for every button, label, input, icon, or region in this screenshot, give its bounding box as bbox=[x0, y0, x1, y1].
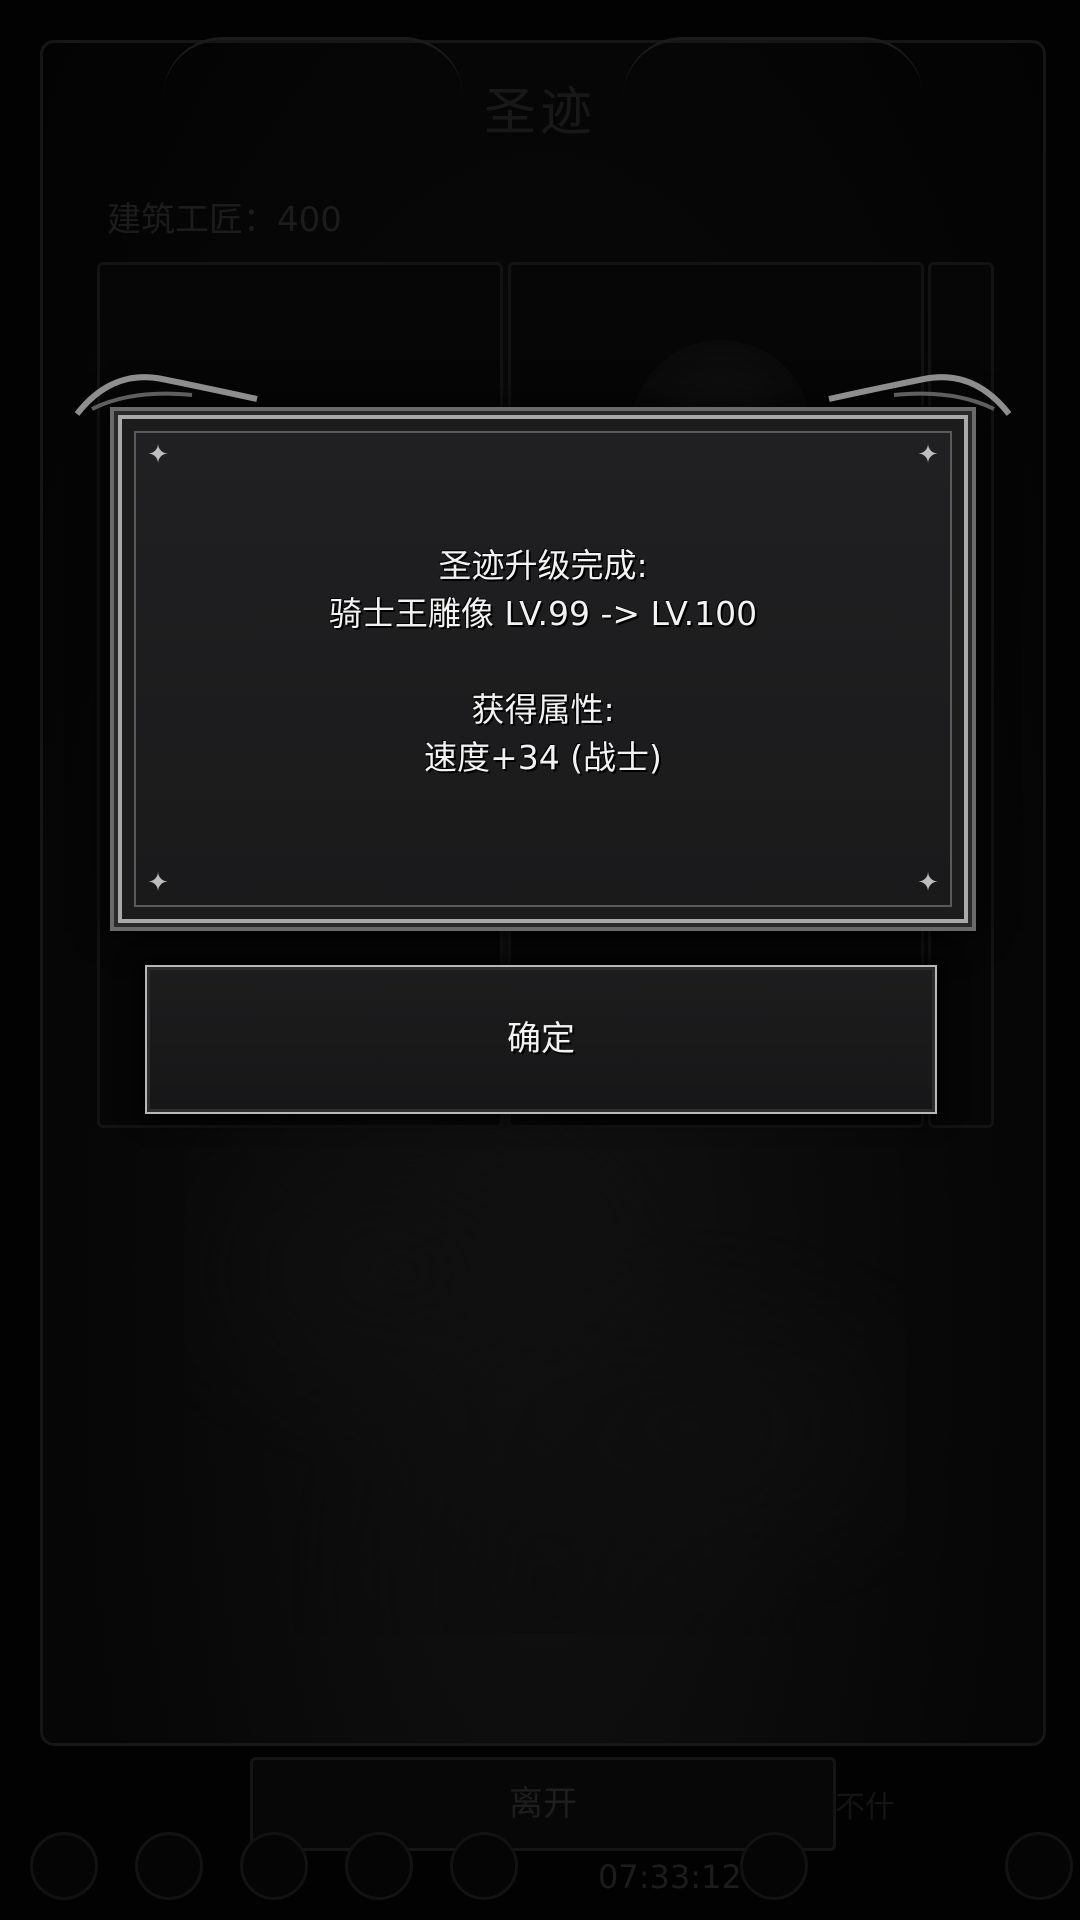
sparkle-icon: ✦ bbox=[917, 868, 939, 898]
confirm-button-label: 确定 bbox=[507, 1019, 575, 1059]
upgrade-level-line: 骑士王雕像 LV.99 -> LV.100 bbox=[328, 594, 758, 633]
bottom-nav-icon bbox=[450, 1832, 518, 1900]
bottom-nav-icon bbox=[30, 1832, 98, 1900]
screen: 圣迹 建筑工匠：400 离开 不什 07:33:12 ✦ ✦ ✦ ✦ 圣迹升级完… bbox=[0, 0, 1080, 1920]
builder-count-label: 建筑工匠：400 bbox=[107, 200, 342, 240]
background-texture bbox=[185, 1115, 905, 1635]
frame-ornament bbox=[74, 374, 258, 416]
upgrade-message: 圣迹升级完成: 骑士王雕像 LV.99 -> LV.100 获得属性: 速度+3… bbox=[122, 542, 964, 782]
frame-ornament bbox=[828, 374, 1012, 416]
sparkle-icon: ✦ bbox=[917, 440, 939, 470]
leave-button: 离开 bbox=[250, 1757, 836, 1851]
sparkle-icon: ✦ bbox=[147, 440, 169, 470]
bottom-nav-icon bbox=[135, 1832, 203, 1900]
background-title: 圣迹 bbox=[483, 83, 596, 143]
bottom-nav-icon bbox=[1005, 1832, 1073, 1900]
confirm-button[interactable]: 确定 bbox=[145, 965, 937, 1114]
bottom-nav-icon bbox=[345, 1832, 413, 1900]
bottom-nav-icon bbox=[240, 1832, 308, 1900]
sparkle-icon: ✦ bbox=[147, 868, 169, 898]
upgrade-dialog: ✦ ✦ ✦ ✦ 圣迹升级完成: 骑士王雕像 LV.99 -> LV.100 获得… bbox=[74, 374, 1012, 923]
bottom-nav-icon bbox=[740, 1832, 808, 1900]
background-side-text: 不什 bbox=[835, 1790, 895, 1825]
clock-text: 07:33:12 bbox=[598, 1858, 742, 1896]
attribute-line: 速度+34 (战士) bbox=[424, 738, 662, 777]
attributes-heading: 获得属性: bbox=[471, 690, 615, 729]
upgrade-heading: 圣迹升级完成: bbox=[438, 546, 648, 585]
